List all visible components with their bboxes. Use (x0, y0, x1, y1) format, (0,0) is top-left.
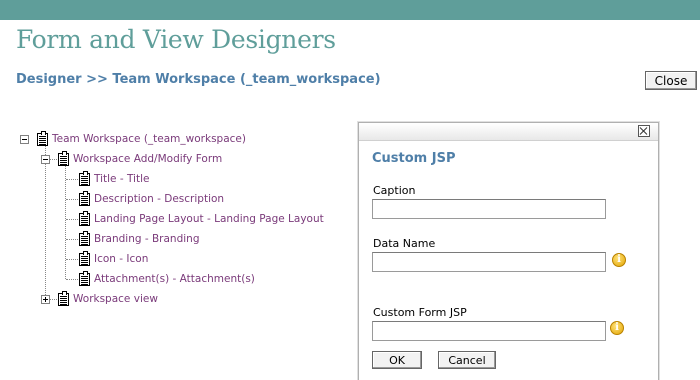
tree-node-root[interactable]: Team Workspace (_team_workspace) (37, 130, 246, 147)
collapse-toggle-icon[interactable] (41, 155, 50, 164)
tree-connector (66, 279, 78, 281)
document-icon (79, 270, 90, 286)
tree-node-field[interactable]: Landing Page Layout - Landing Page Layou… (79, 210, 324, 227)
document-icon (79, 210, 90, 226)
dialog-titlebar[interactable] (359, 123, 658, 141)
tree-node-label: Workspace view (73, 293, 158, 305)
info-icon[interactable]: i (612, 253, 626, 267)
document-icon (79, 190, 90, 206)
tree-node-label: Landing Page Layout - Landing Page Layou… (94, 213, 324, 225)
document-icon (58, 150, 69, 166)
tree-node-label: Workspace Add/Modify Form (73, 153, 223, 165)
close-icon[interactable] (638, 125, 650, 137)
custom-form-jsp-label: Custom Form JSP (373, 306, 467, 319)
tree-node-label: Branding - Branding (94, 233, 200, 245)
custom-form-jsp-field[interactable] (372, 321, 606, 341)
tree-connector (66, 199, 78, 201)
document-icon (79, 170, 90, 186)
tree-connector (45, 146, 47, 299)
tree-node-label: Title - Title (94, 173, 150, 185)
document-icon (79, 230, 90, 246)
top-banner (0, 0, 700, 20)
tree-node-field[interactable]: Attachment(s) - Attachment(s) (79, 270, 255, 287)
tree-connector (66, 259, 78, 261)
tree-node-label: Icon - Icon (94, 253, 149, 265)
tree-node-field[interactable]: Branding - Branding (79, 230, 200, 247)
cancel-button[interactable]: Cancel (438, 351, 496, 369)
tree-connector (66, 179, 78, 181)
collapse-toggle-icon[interactable] (20, 135, 29, 144)
tree-connector (66, 239, 78, 241)
dialog-heading: Custom JSP (372, 151, 456, 166)
data-name-label: Data Name (373, 237, 436, 250)
tree-node-label: Attachment(s) - Attachment(s) (94, 273, 255, 285)
document-icon (79, 250, 90, 266)
custom-jsp-dialog: Custom JSP Caption Data Name i Custom Fo… (358, 122, 659, 380)
ok-button[interactable]: OK (372, 351, 422, 369)
document-icon (58, 290, 69, 306)
caption-field[interactable] (372, 199, 606, 219)
tree-connector (66, 219, 78, 221)
tree-node-field[interactable]: Title - Title (79, 170, 150, 187)
close-button[interactable]: Close (645, 71, 697, 90)
expand-toggle-icon[interactable] (41, 295, 50, 304)
tree-node-field[interactable]: Description - Description (79, 190, 225, 207)
info-icon[interactable]: i (610, 321, 624, 335)
breadcrumb: Designer >> Team Workspace (_team_worksp… (16, 72, 381, 87)
tree-node-form[interactable]: Workspace Add/Modify Form (58, 150, 223, 167)
tree-node-view[interactable]: Workspace view (58, 290, 158, 307)
tree-node-label: Description - Description (94, 193, 225, 205)
caption-label: Caption (373, 184, 416, 197)
data-name-field[interactable] (372, 252, 606, 272)
document-icon (37, 130, 48, 146)
tree-connector (65, 166, 67, 279)
page-title: Form and View Designers (16, 25, 336, 54)
tree-node-field[interactable]: Icon - Icon (79, 250, 149, 267)
tree-node-label: Team Workspace (_team_workspace) (52, 133, 246, 145)
